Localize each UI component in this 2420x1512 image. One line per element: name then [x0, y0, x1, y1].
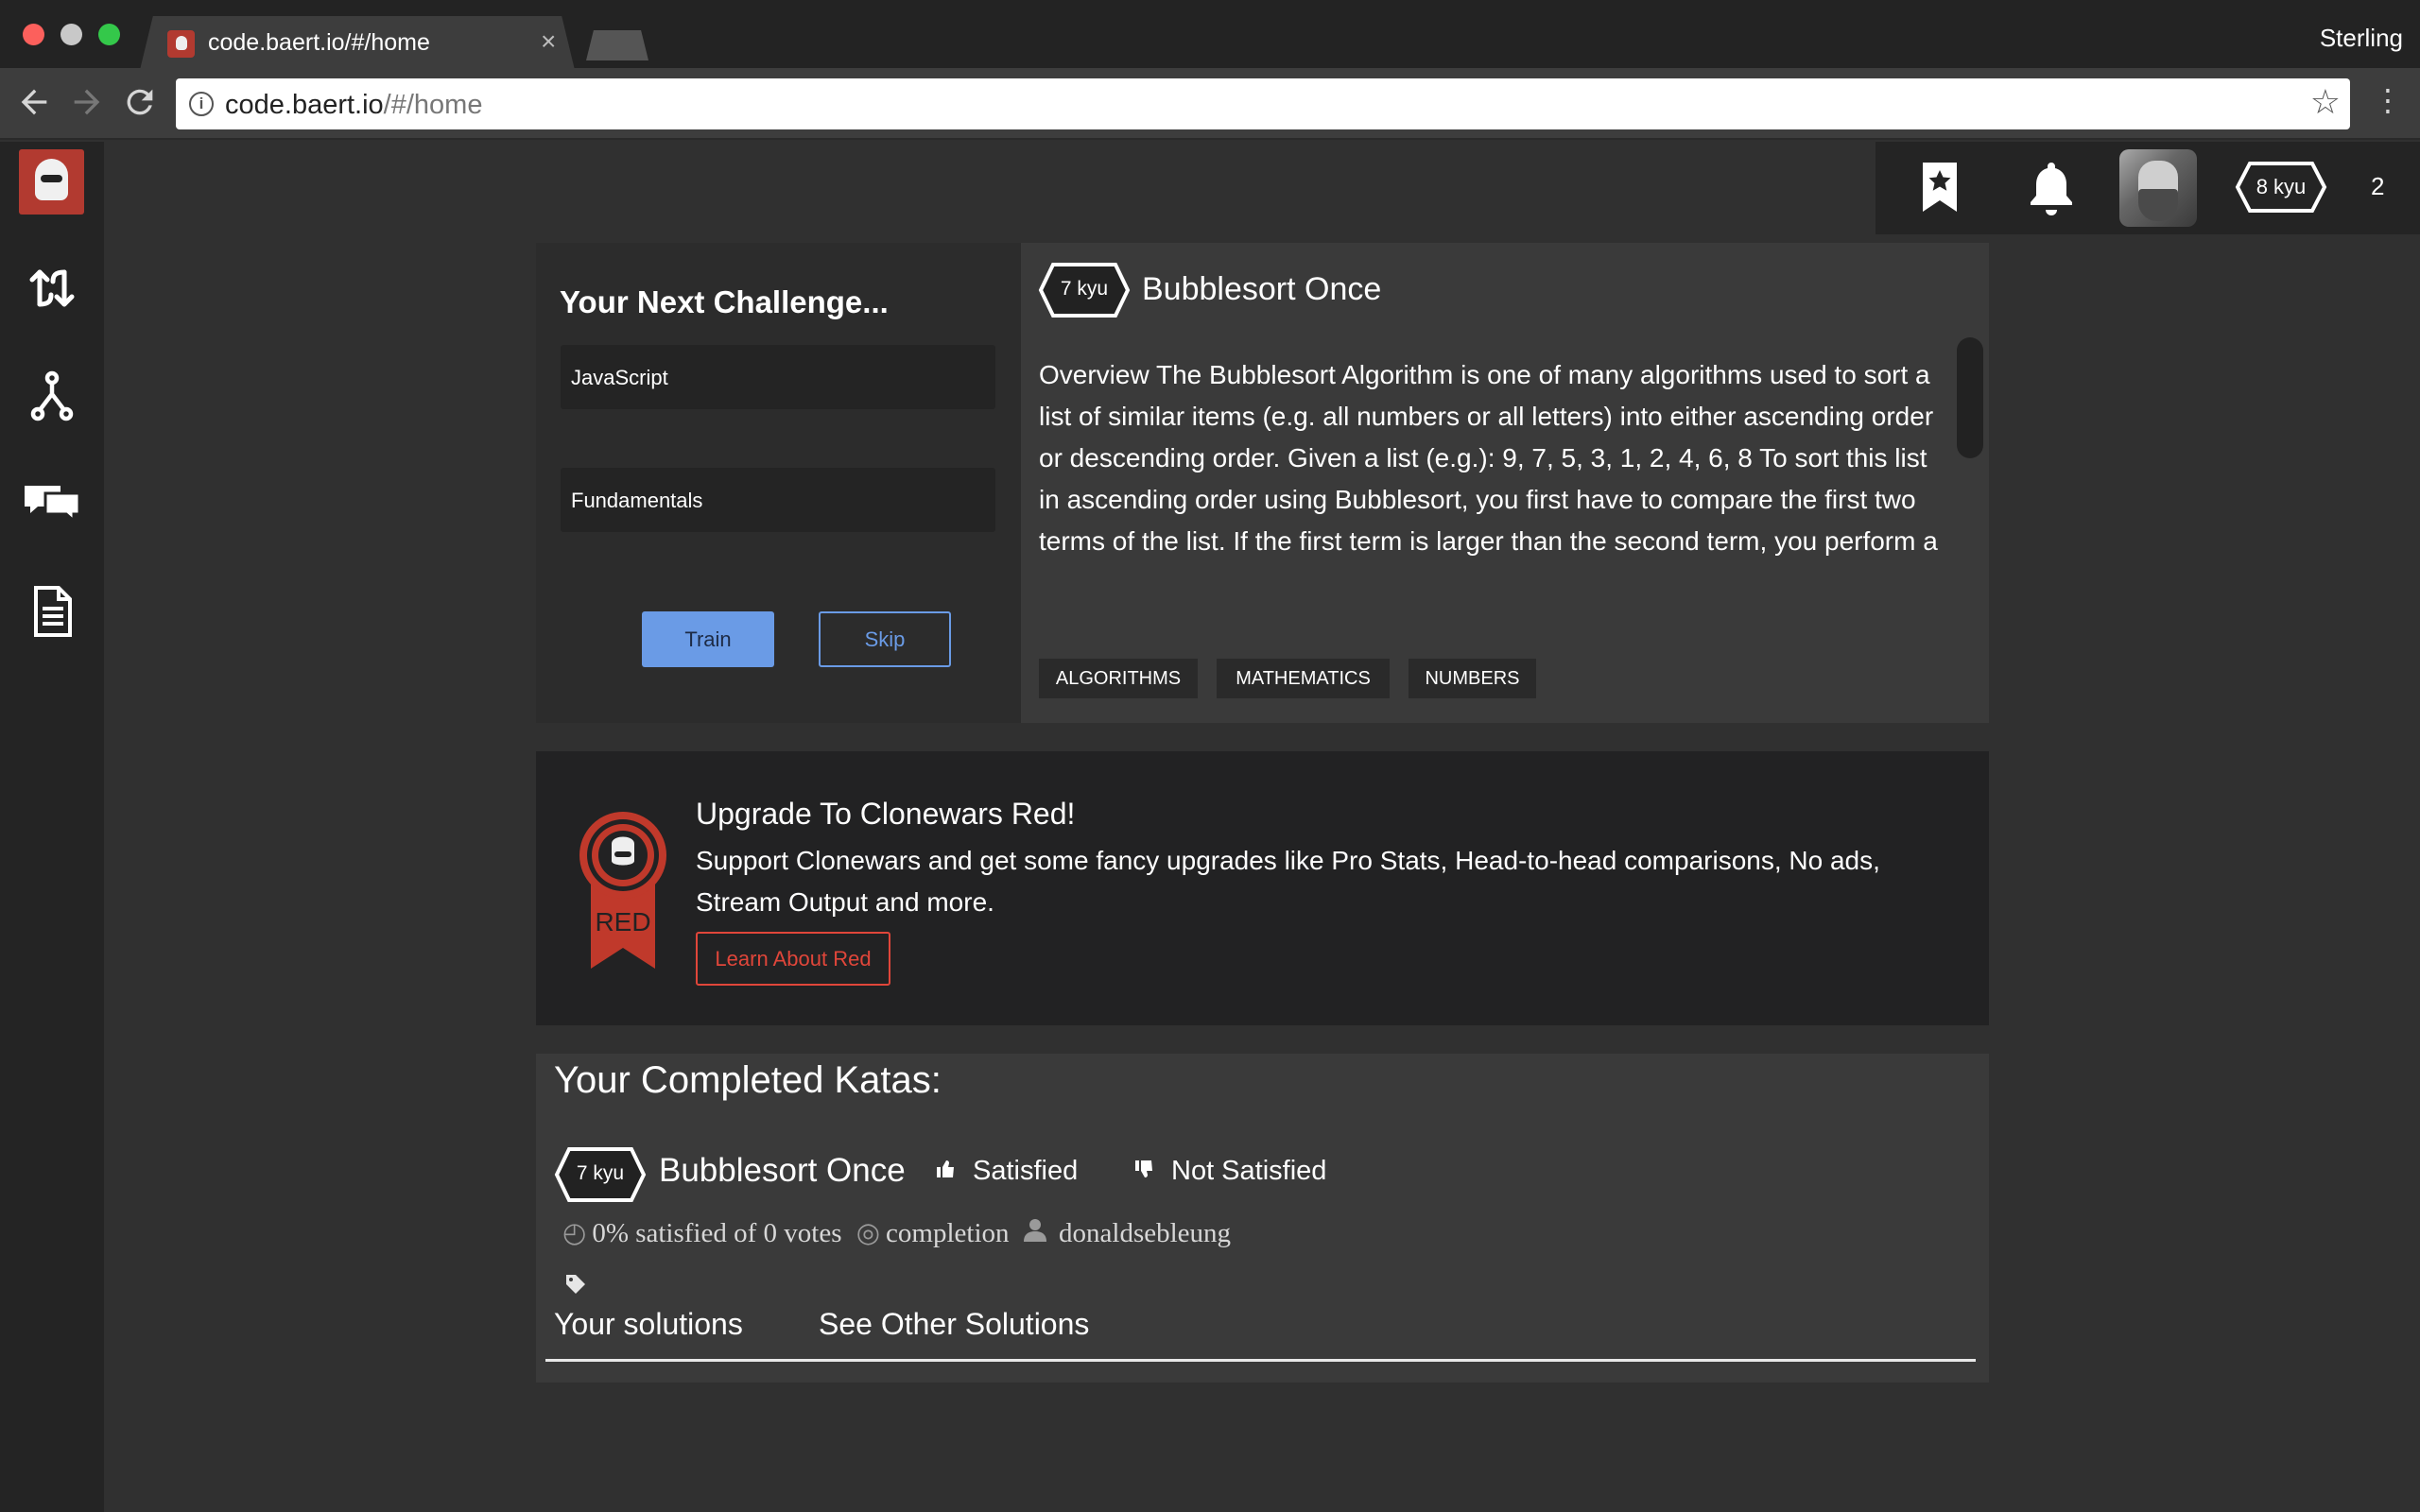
avatar-beard [2138, 189, 2178, 221]
info-icon[interactable]: i [189, 92, 214, 116]
tag-icon [564, 1273, 587, 1302]
completed-katas-panel: Your Completed Katas: 7 kyu Bubblesort O… [536, 1054, 1989, 1383]
reload-icon[interactable] [121, 83, 159, 129]
language-select[interactable]: JavaScript [561, 345, 995, 409]
tab-close-icon[interactable]: × [541, 26, 556, 57]
satisfied-label: Satisfied [973, 1156, 1079, 1186]
focus-select[interactable]: Fundamentals [561, 468, 995, 532]
upgrade-description: Support Clonewars and get some fancy upg… [696, 846, 1880, 917]
bell-icon[interactable] [2025, 159, 2078, 220]
tab-your-solutions[interactable]: Your solutions [554, 1307, 743, 1342]
back-icon[interactable] [15, 83, 53, 129]
completed-katas-title: Your Completed Katas: [554, 1059, 942, 1101]
forward-icon[interactable] [68, 83, 106, 129]
next-challenge-panel: Your Next Challenge... JavaScript Fundam… [536, 243, 1021, 723]
completed-kata-rank-badge: 7 kyu [554, 1146, 647, 1203]
target-icon: ◎ [856, 1218, 881, 1248]
description-scrollbar[interactable] [1957, 337, 1983, 458]
swap-icon[interactable] [23, 259, 81, 318]
window-close-button[interactable] [23, 24, 44, 45]
visor [41, 175, 62, 182]
menu-icon[interactable]: ⋮ [2373, 85, 2403, 115]
completed-kata-title[interactable]: Bubblesort Once [659, 1152, 906, 1190]
rank-label: 8 kyu [2256, 175, 2307, 198]
thumbs-down-icon [1133, 1159, 1156, 1185]
kata-preview-panel: 7 kyu Bubblesort Once Overview The Bubbl… [1021, 243, 1989, 723]
completion-text: completion [886, 1218, 1010, 1248]
upgrade-panel: RED Upgrade To Clonewars Red! Support Cl… [536, 751, 1989, 1025]
tag-numbers[interactable]: NUMBERS [1409, 659, 1536, 698]
tab-other-solutions[interactable]: See Other Solutions [819, 1307, 1089, 1342]
satisfaction-text: 0% satisfied of 0 votes [592, 1218, 842, 1248]
train-button[interactable]: Train [642, 611, 774, 667]
honor-count[interactable]: 2 [2371, 172, 2384, 201]
sidebar [0, 142, 104, 1512]
not-satisfied-button[interactable]: Not Satisfied [1133, 1156, 1326, 1187]
tag-algorithms[interactable]: ALGORITHMS [1039, 659, 1198, 698]
next-challenge-title: Your Next Challenge... [560, 284, 889, 319]
skip-button[interactable]: Skip [819, 611, 951, 667]
author-link[interactable]: donaldsebleung [1059, 1218, 1231, 1248]
not-satisfied-label: Not Satisfied [1171, 1156, 1327, 1186]
tag-mathematics[interactable]: MATHEMATICS [1217, 659, 1390, 698]
rank-badge[interactable]: 8 kyu [2235, 161, 2327, 214]
satisfied-button[interactable]: Satisfied [935, 1156, 1078, 1187]
document-icon[interactable] [23, 582, 81, 641]
gauge-icon: ◴ [562, 1218, 587, 1248]
kata-rank-label: 7 kyu [1060, 278, 1109, 300]
upgrade-title: Upgrade To Clonewars Red! [696, 797, 1076, 831]
browser-tab-active[interactable]: code.baert.io/#/home × [140, 16, 575, 70]
completed-kata-rank-label: 7 kyu [576, 1162, 625, 1184]
user-icon [1023, 1218, 1053, 1248]
star-icon[interactable]: ☆ [2310, 82, 2341, 122]
kata-meta: ◴ 0% satisfied of 0 votes ◎ completion don… [562, 1216, 1231, 1249]
learn-about-red-button[interactable]: Learn About Red [696, 932, 890, 986]
kata-description: Overview The Bubblesort Algorithm is one… [1039, 360, 1938, 556]
browser-titlebar: code.baert.io/#/home × Sterling [0, 0, 2420, 70]
red-ribbon-icon: RED [574, 808, 672, 969]
new-tab-button[interactable] [586, 30, 648, 60]
chat-icon[interactable] [23, 472, 81, 531]
user-topbar: 8 kyu 2 [1876, 142, 2420, 234]
url-text[interactable]: code.baert.io/#/home [225, 90, 482, 121]
tabs-divider [545, 1359, 1976, 1362]
window-maximize-button[interactable] [98, 24, 120, 45]
browser-toolbar: i code.baert.io/#/home ☆ ⋮ [0, 68, 2420, 140]
profile-name[interactable]: Sterling [2320, 24, 2403, 53]
window-minimize-button[interactable] [60, 24, 82, 45]
fork-icon[interactable] [23, 367, 81, 425]
svg-text:RED: RED [595, 907, 650, 936]
avatar[interactable] [2119, 149, 2197, 227]
address-bar[interactable]: i code.baert.io/#/home ☆ [176, 78, 2350, 129]
favicon-icon [167, 30, 195, 58]
kata-title[interactable]: Bubblesort Once [1142, 271, 1381, 308]
thumbs-up-icon [935, 1159, 958, 1185]
tab-title: code.baert.io/#/home [208, 29, 430, 56]
bookmark-icon[interactable] [1913, 159, 1966, 220]
kata-rank-badge: 7 kyu [1038, 262, 1131, 318]
logo[interactable] [19, 149, 84, 215]
